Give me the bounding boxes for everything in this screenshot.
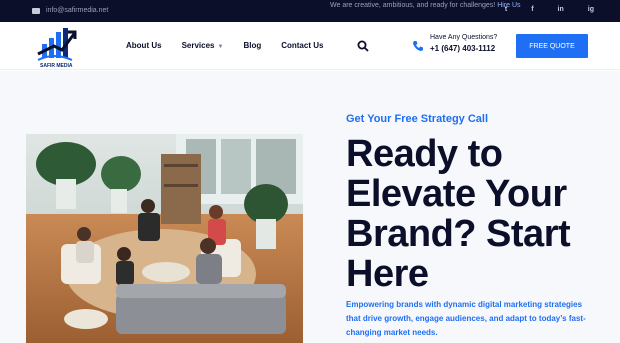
email-contact[interactable]: info@safirmedia.net: [32, 7, 108, 14]
search-icon[interactable]: [357, 40, 369, 52]
nav-contact[interactable]: Contact Us: [281, 41, 323, 50]
chevron-down-icon: ▼: [217, 44, 224, 50]
hero-photo: [26, 134, 303, 343]
linkedin-icon[interactable]: in: [558, 6, 564, 13]
phone-number: +1 (647) 403-1112: [430, 44, 496, 53]
mail-icon: [32, 7, 40, 14]
top-tagline: We are creative, ambitious, and ready fo…: [330, 2, 521, 9]
top-bar: info@safirmedia.net We are creative, amb…: [0, 0, 620, 22]
email-text: info@safirmedia.net: [46, 7, 109, 14]
twitter-icon[interactable]: t: [505, 6, 507, 13]
nav-services[interactable]: Services ▼: [182, 41, 224, 50]
social-links: t f in ig: [505, 6, 594, 13]
facebook-icon[interactable]: f: [531, 6, 533, 13]
phone-icon: [413, 41, 423, 51]
nav-blog[interactable]: Blog: [243, 41, 261, 50]
nav-about[interactable]: About Us: [126, 41, 162, 50]
hero-kicker: Get Your Free Strategy Call: [346, 113, 489, 125]
tagline-text: We are creative, ambitious, and ready fo…: [330, 2, 496, 9]
free-quote-button[interactable]: FREE QUOTE: [516, 34, 588, 58]
logo-icon[interactable]: [34, 24, 78, 68]
hero-subtext: Empowering brands with dynamic digital m…: [346, 300, 586, 337]
logo-text: SAFIR MEDIA: [40, 63, 73, 69]
main-nav: About Us Services ▼ Blog Contact Us: [126, 41, 323, 50]
contact-question: Have Any Questions?: [430, 34, 498, 41]
office-meeting-image: [26, 134, 303, 343]
phone-contact[interactable]: Have Any Questions? +1 (647) 403-1112: [430, 34, 497, 53]
nav-services-label: Services: [181, 41, 215, 50]
instagram-icon[interactable]: ig: [588, 6, 594, 13]
hero-headline: Ready to Elevate Your Brand? Start Here: [346, 133, 571, 295]
